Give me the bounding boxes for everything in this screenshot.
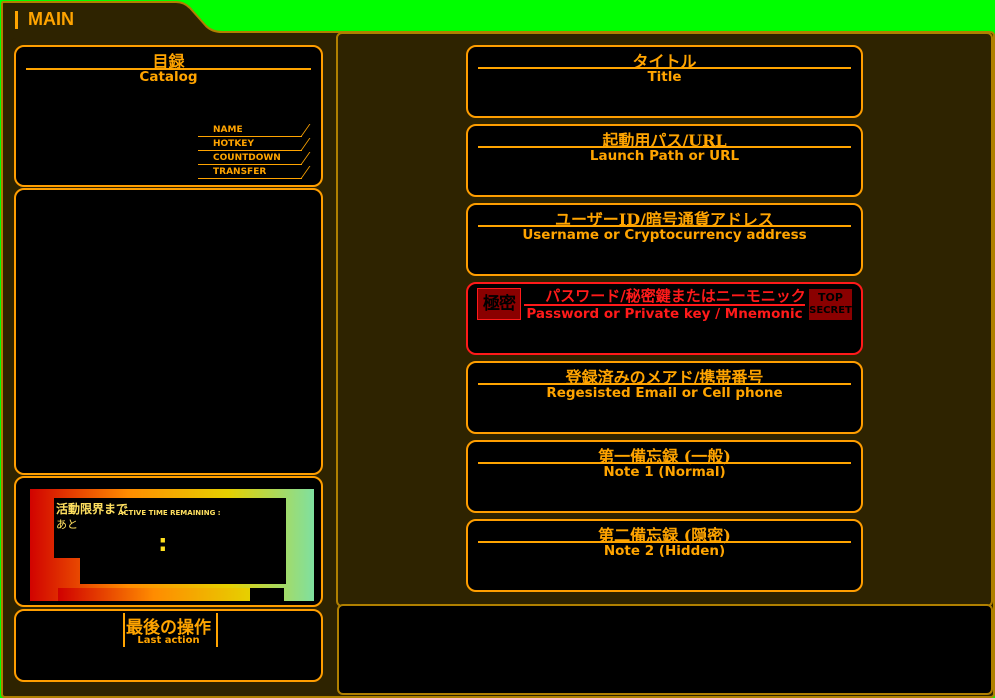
field-title[interactable]: タイトル Title bbox=[466, 45, 863, 118]
timer-label-en: ACTIVE TIME REMAINING : bbox=[118, 509, 221, 517]
menu-item-name[interactable]: NAME bbox=[198, 124, 302, 137]
top-secret-badge: TOP SECRET bbox=[809, 289, 852, 320]
field-title-subtitle: Title bbox=[647, 69, 682, 85]
timer-title-jp-2: あと bbox=[56, 518, 78, 531]
last-action-panel: 最後の操作 Last action bbox=[14, 609, 323, 682]
tab-title: MAIN bbox=[28, 9, 74, 29]
field-username[interactable]: ユーザーID/暗号通貨アドレス Username or Cryptocurren… bbox=[466, 203, 863, 276]
menu-item-countdown[interactable]: COUNTDOWN bbox=[198, 152, 302, 165]
field-launch-path[interactable]: 起動用パス/URL Launch Path or URL bbox=[466, 124, 863, 197]
field-note-2-subtitle: Note 2 (Hidden) bbox=[603, 543, 726, 559]
tab-bar-mark bbox=[15, 11, 18, 29]
field-launch-path-subtitle: Launch Path or URL bbox=[589, 148, 740, 164]
field-email[interactable]: 登録済みのメアド/携帯番号 Regesisted Email or Cell p… bbox=[466, 361, 863, 434]
field-note-2[interactable]: 第二備忘録 (隠密) Note 2 (Hidden) bbox=[466, 519, 863, 592]
field-email-subtitle: Regesisted Email or Cell phone bbox=[546, 385, 783, 401]
field-note-1[interactable]: 第一備忘録 (一般) Note 1 (Normal) bbox=[466, 440, 863, 513]
field-note-1-subtitle: Note 1 (Normal) bbox=[603, 464, 726, 480]
output-panel[interactable] bbox=[337, 604, 993, 695]
entry-list-panel[interactable] bbox=[14, 188, 323, 475]
catalog-subtitle: Catalog bbox=[139, 69, 198, 85]
timer-colon: : bbox=[158, 529, 168, 557]
menu-item-transfer[interactable]: TRANSFER bbox=[198, 166, 302, 179]
field-password[interactable]: 極密 パスワード/秘密鍵またはニーモニック Password or Privat… bbox=[466, 282, 863, 355]
last-action-subtitle: Last action bbox=[137, 635, 200, 646]
field-username-subtitle: Username or Cryptocurrency address bbox=[522, 227, 807, 243]
timer-panel: 活動限界まで あと ACTIVE TIME REMAINING : : bbox=[14, 476, 323, 607]
field-password-subtitle: Password or Private key / Mnemonic bbox=[526, 306, 803, 322]
catalog-panel: 目録 Catalog NAME HOTKEY COUNTDOWN TRANSFE… bbox=[14, 45, 323, 187]
menu-item-hotkey[interactable]: HOTKEY bbox=[198, 138, 302, 151]
